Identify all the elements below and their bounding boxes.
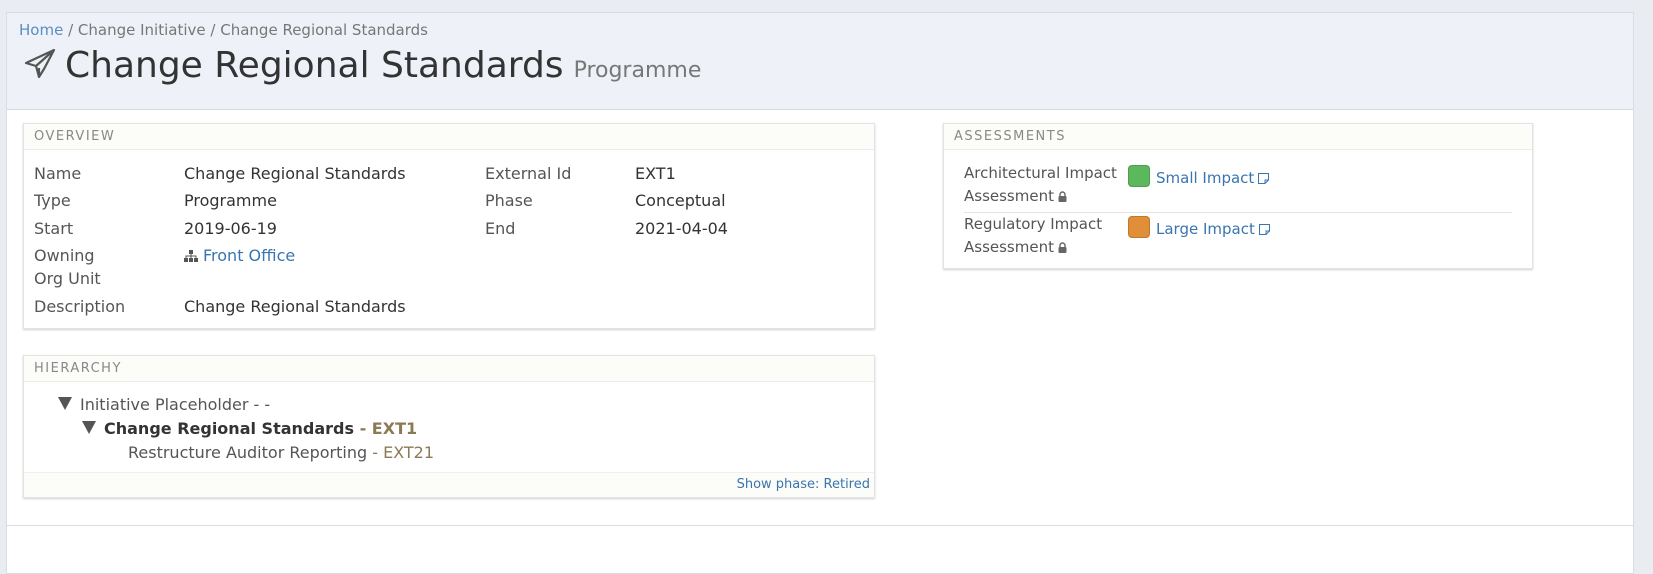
- org-unit-icon: [184, 250, 198, 262]
- page-header: Home / Change Initiative / Change Region…: [7, 13, 1633, 110]
- assessment-label-line-1: Regulatory Impact: [964, 215, 1103, 233]
- tree-node-ext: EXT21: [383, 443, 435, 462]
- page-title: Change Regional Standards: [65, 45, 564, 86]
- owning-label-line-2: Org Unit: [34, 269, 101, 288]
- breadcrumb: Home / Change Initiative / Change Region…: [19, 21, 428, 39]
- hierarchy-heading: HIERARCHY: [24, 356, 874, 382]
- rating-swatch: [1128, 165, 1150, 187]
- assessments-panel: ASSESSMENTS Architectural Impact Assessm…: [943, 123, 1533, 269]
- main-frame: Home / Change Initiative / Change Region…: [6, 12, 1634, 574]
- name-label: Name: [34, 164, 82, 183]
- name-value: Change Regional Standards: [184, 164, 406, 183]
- tree-node-name: Initiative Placeholder: [80, 395, 249, 414]
- phase-value: Conceptual: [635, 191, 726, 210]
- expand-triangle-icon[interactable]: [58, 397, 72, 410]
- lock-icon: [1058, 191, 1067, 202]
- external-id-value: EXT1: [635, 164, 676, 183]
- front-office-link[interactable]: Front Office: [203, 246, 295, 265]
- assessment-value[interactable]: Small Impact: [1128, 165, 1270, 189]
- assessment-label: Regulatory Impact Assessment: [964, 213, 1124, 259]
- paper-plane-icon: [24, 48, 56, 79]
- assessment-row: Architectural Impact Assessment Small Im…: [964, 162, 1512, 208]
- tree-node-name: Change Regional Standards: [104, 419, 355, 438]
- owning-label-line-1: Owning: [34, 246, 95, 265]
- breadcrumb-home-link[interactable]: Home: [19, 21, 63, 39]
- description-value: Change Regional Standards: [184, 297, 406, 316]
- external-id-label: External Id: [485, 164, 572, 183]
- page-subtitle: Programme: [573, 58, 702, 83]
- note-icon[interactable]: [1258, 224, 1270, 235]
- tree-node-separator: -: [367, 443, 384, 462]
- end-label: End: [485, 219, 516, 238]
- rating-swatch: [1128, 216, 1150, 238]
- assessment-label-line-2: Assessment: [964, 187, 1054, 205]
- small-impact-link[interactable]: Small Impact: [1156, 169, 1254, 187]
- lock-icon: [1058, 242, 1067, 253]
- title-row: Change Regional Standards Programme: [23, 43, 701, 86]
- owning-org-unit-value: Front Office: [184, 244, 295, 267]
- breadcrumb-separator: /: [210, 21, 216, 39]
- assessment-row: Regulatory Impact Assessment Large Impac…: [964, 213, 1512, 259]
- tree-node-ext: EXT1: [371, 419, 418, 438]
- breadcrumb-separator: /: [68, 21, 74, 39]
- start-value: 2019-06-19: [184, 219, 277, 238]
- assessment-label-line-2: Assessment: [964, 238, 1054, 256]
- tree-node-name: Restructure Auditor Reporting: [128, 443, 368, 462]
- end-value: 2021-04-04: [635, 219, 728, 238]
- tree-node-separator: -: [354, 419, 372, 438]
- section-divider: [7, 525, 1633, 526]
- tree-node-current[interactable]: Change Regional Standards - EXT1: [82, 418, 417, 440]
- show-retired-phase-link[interactable]: Show phase: Retired: [737, 477, 870, 492]
- overview-heading: OVERVIEW: [24, 124, 874, 150]
- type-label: Type: [34, 191, 71, 210]
- tree-node[interactable]: Restructure Auditor Reporting - EXT21: [128, 442, 434, 464]
- breadcrumb-parent: Change Initiative: [77, 21, 206, 39]
- phase-label: Phase: [485, 191, 533, 210]
- tree-node-ext: -: [264, 395, 271, 414]
- assessment-value[interactable]: Large Impact: [1128, 216, 1270, 240]
- hierarchy-footer: Show phase: Retired: [24, 472, 874, 497]
- start-label: Start: [34, 219, 74, 238]
- assessment-label: Architectural Impact Assessment: [964, 162, 1124, 208]
- assessment-label-line-1: Architectural Impact: [964, 164, 1117, 182]
- description-label: Description: [34, 297, 126, 316]
- type-value: Programme: [184, 191, 277, 210]
- assessments-heading: ASSESSMENTS: [944, 124, 1532, 150]
- overview-panel: OVERVIEW Name Change Regional Standards …: [23, 123, 875, 329]
- note-icon[interactable]: [1258, 173, 1270, 184]
- hierarchy-panel: HIERARCHY Initiative Placeholder - - Cha…: [23, 355, 875, 498]
- tree-node[interactable]: Initiative Placeholder - -: [58, 394, 270, 416]
- breadcrumb-current: Change Regional Standards: [220, 21, 428, 39]
- expand-triangle-icon[interactable]: [82, 421, 96, 434]
- large-impact-link[interactable]: Large Impact: [1156, 220, 1255, 238]
- tree-node-separator: -: [248, 395, 265, 414]
